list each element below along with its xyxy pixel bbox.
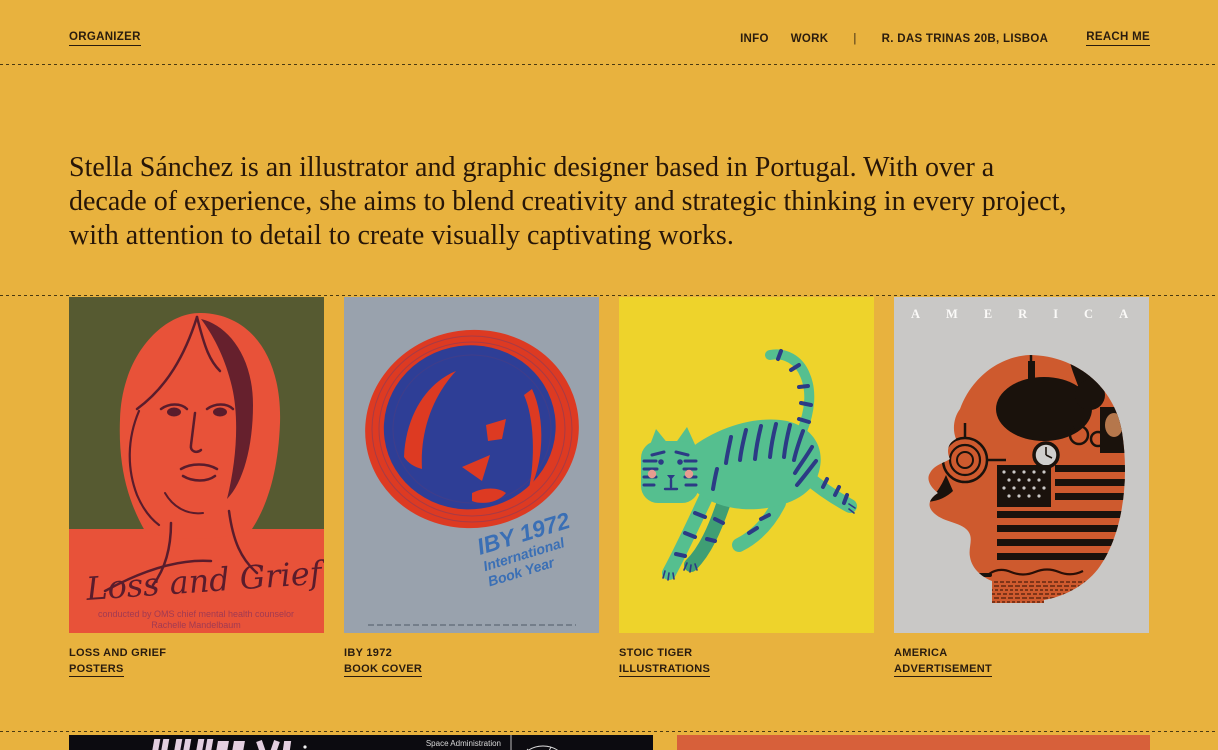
- project-title: STOIC TIGER: [619, 647, 874, 659]
- project-category-link[interactable]: ADVERTISEMENT: [894, 663, 992, 677]
- intro-line-1: Stella Sánchez is an illustrator and gra…: [69, 151, 1189, 185]
- project-title: AMERICA: [894, 647, 1149, 659]
- poster-space-administration[interactable]: Space Administration: [69, 735, 653, 750]
- grid-separator: [0, 295, 1218, 296]
- iby-1972-artwork: IBY 1972 International Book Year: [344, 297, 599, 633]
- loss-grief-credit-2: Rachelle Mandelbaum: [151, 620, 241, 630]
- caption-iby-1972: IBY 1972 BOOK COVER: [344, 647, 599, 677]
- america-title-text: AMERICA: [911, 307, 1149, 321]
- nav-divider: |: [853, 33, 856, 45]
- intro-paragraph: Stella Sánchez is an illustrator and gra…: [69, 151, 1189, 253]
- intro-line-2: decade of experience, she aims to blend …: [69, 185, 1189, 219]
- project-card-america: AMERICA AMERICA ADVERTISEMENT: [894, 297, 1149, 677]
- header: ORGANIZER INFO WORK | R. DAS TRINAS 20B,…: [0, 0, 1218, 64]
- project-card-stoic-tiger: STOIC TIGER ILLUSTRATIONS: [619, 297, 874, 677]
- caption-loss-and-grief: LOSS AND GRIEF POSTERS: [69, 647, 324, 677]
- america-artwork: AMERICA: [894, 297, 1149, 633]
- nav-link-work[interactable]: WORK: [791, 33, 829, 45]
- projects-grid: Loss and Grief conducted by OMS chief me…: [69, 297, 1149, 677]
- project-title: LOSS AND GRIEF: [69, 647, 324, 659]
- project-category-link[interactable]: POSTERS: [69, 663, 124, 677]
- header-nav: INFO WORK | R. DAS TRINAS 20B, LISBOA RE…: [740, 31, 1150, 46]
- poster-orange-project[interactable]: [677, 735, 1150, 750]
- site-logo-link[interactable]: ORGANIZER: [69, 31, 141, 46]
- portfolio-page: ORGANIZER INFO WORK | R. DAS TRINAS 20B,…: [0, 0, 1218, 750]
- project-card-loss-and-grief: Loss and Grief conducted by OMS chief me…: [69, 297, 324, 677]
- caption-america: AMERICA ADVERTISEMENT: [894, 647, 1149, 677]
- stoic-tiger-artwork: [619, 297, 874, 633]
- poster-america[interactable]: AMERICA: [894, 297, 1149, 633]
- intro-line-3: with attention to detail to create visua…: [69, 219, 1189, 253]
- address-text: R. DAS TRINAS 20B, LISBOA: [882, 33, 1049, 45]
- caption-stoic-tiger: STOIC TIGER ILLUSTRATIONS: [619, 647, 874, 677]
- poster-stoic-tiger[interactable]: [619, 297, 874, 633]
- loss-grief-credit-1: conducted by OMS chief mental health cou…: [98, 609, 294, 619]
- space-poster-artwork: Space Administration: [69, 735, 653, 750]
- loss-and-grief-artwork: Loss and Grief conducted by OMS chief me…: [69, 297, 324, 633]
- poster-iby-1972[interactable]: IBY 1972 International Book Year: [344, 297, 599, 633]
- reach-me-link[interactable]: REACH ME: [1086, 31, 1150, 46]
- project-category-link[interactable]: ILLUSTRATIONS: [619, 663, 710, 677]
- row2-separator: [0, 731, 1218, 732]
- project-title: IBY 1972: [344, 647, 599, 659]
- header-separator: [0, 64, 1218, 65]
- project-card-iby-1972: IBY 1972 International Book Year IBY 197…: [344, 297, 599, 677]
- nav-link-info[interactable]: INFO: [740, 33, 769, 45]
- space-admin-label: Space Administration: [426, 739, 501, 748]
- project-category-link[interactable]: BOOK COVER: [344, 663, 422, 677]
- poster-loss-and-grief[interactable]: Loss and Grief conducted by OMS chief me…: [69, 297, 324, 633]
